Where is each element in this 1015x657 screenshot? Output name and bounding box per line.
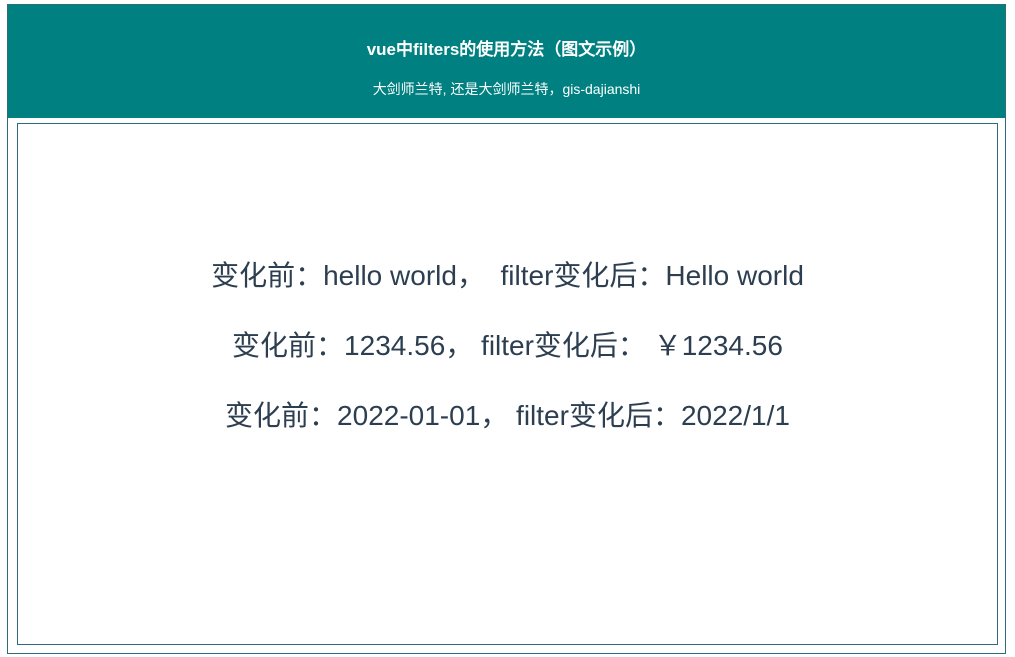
currency-filter-row: 变化前：1234.56， filter变化后： ￥1234.56 xyxy=(232,330,783,361)
app-frame: vue中filters的使用方法（图文示例） 大剑师兰特, 还是大剑师兰特，gi… xyxy=(7,4,1006,654)
page-title: vue中filters的使用方法（图文示例） xyxy=(366,40,647,59)
demo-panel: 变化前：hello world， filter变化后：Hello world 变… xyxy=(17,123,998,645)
capitalize-filter-row: 变化前：hello world， filter变化后：Hello world xyxy=(211,260,804,291)
page-header: vue中filters的使用方法（图文示例） 大剑师兰特, 还是大剑师兰特，gi… xyxy=(8,5,1005,118)
date-filter-row: 变化前：2022-01-01， filter变化后：2022/1/1 xyxy=(225,400,790,431)
filter-results: 变化前：hello world， filter变化后：Hello world 变… xyxy=(18,255,997,465)
page-subtitle: 大剑师兰特, 还是大剑师兰特，gis-dajianshi xyxy=(372,81,641,97)
